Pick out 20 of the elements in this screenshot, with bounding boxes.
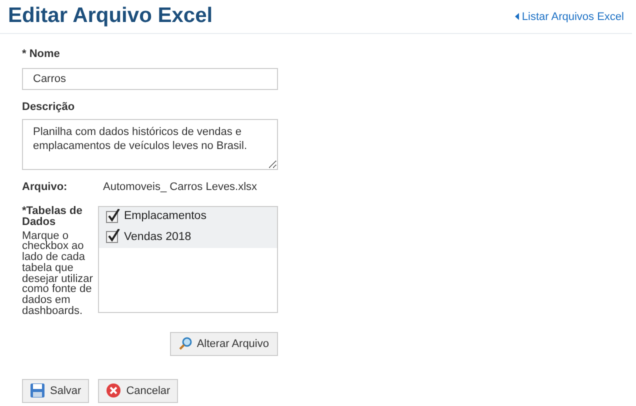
field-label: * Nome [22,47,61,62]
field-label: Arquivo: [22,180,68,195]
cancel-icon [106,383,122,398]
caret-left-icon [514,13,519,20]
save-button[interactable]: Salvar [22,378,90,403]
field-label: *Tabelas de Dados [22,206,84,228]
checkbox[interactable] [106,210,118,223]
magnifier-icon [178,337,192,350]
file-name: Automoveis_ Carros Leves.xlsx [103,180,258,195]
page-title: Editar Arquivo Excel [8,3,213,29]
name-input-field[interactable]: Carros [22,68,278,90]
table-list-item[interactable]: Emplacamentos [99,206,277,227]
help-text: Marque o checkbox ao lado de cada tabela que desejar utilizar como fonte de dados em dashboards. [22,230,94,317]
field-label: Descrição [22,100,76,114]
cancel-button[interactable]: Cancelar [98,378,178,403]
table-list-item[interactable]: Vendas 2018 [99,227,277,248]
description-text-field[interactable]: Planilha com dados históricos de vendas e emplacamentos de veículos leves no Brasil. [22,119,278,170]
change-file-button[interactable]: Alterar Arquivo [170,332,278,356]
checkbox[interactable] [106,231,118,244]
list-files-link[interactable]: Listar Arquivos Excel [514,8,624,25]
